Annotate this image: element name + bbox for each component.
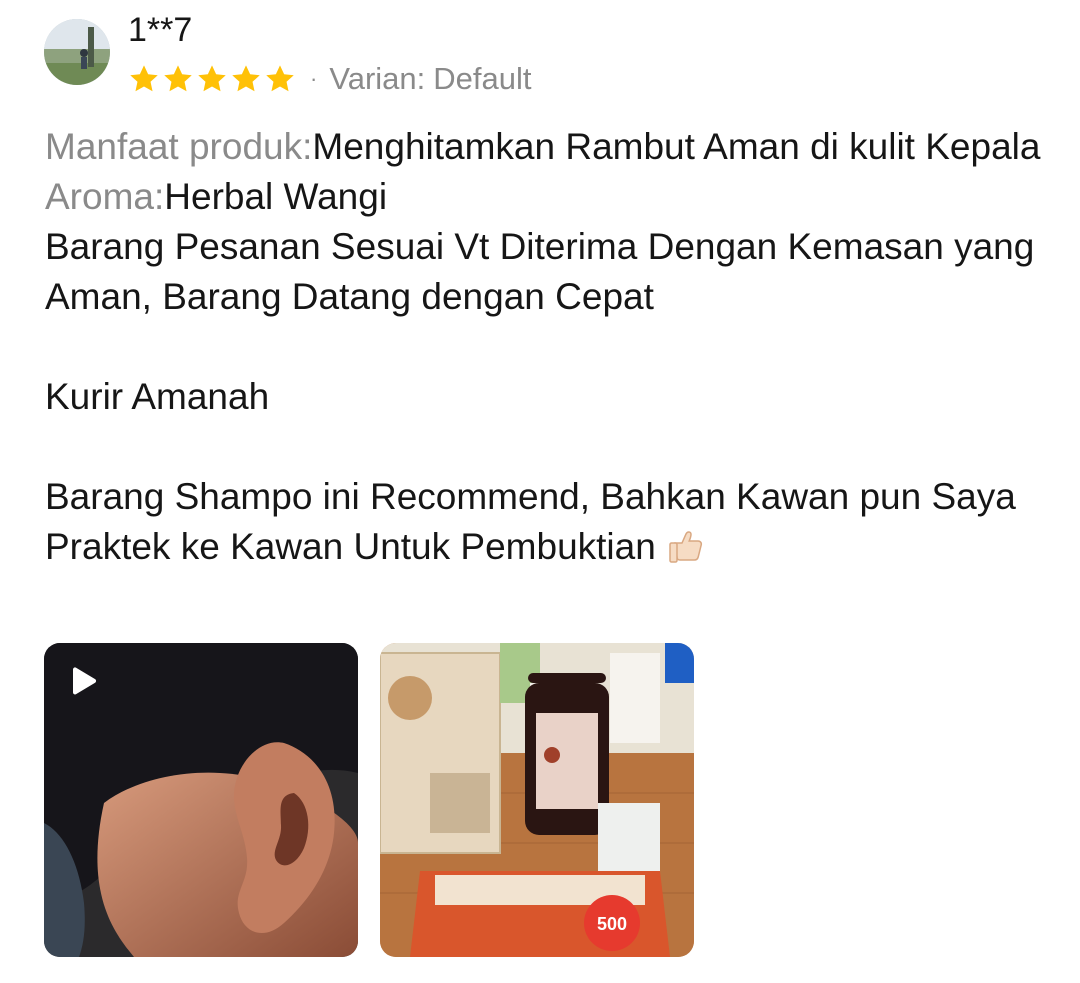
variant-value: Default bbox=[433, 61, 532, 96]
star-rating bbox=[128, 63, 296, 95]
review-media: 500 bbox=[44, 643, 694, 957]
benefit-label: Manfaat produk: bbox=[45, 126, 313, 167]
review-line: Barang Shampo ini Recommend, Bahkan Kawa… bbox=[45, 476, 1016, 567]
benefit-line: Manfaat produk:Menghitamkan Rambut Aman … bbox=[45, 122, 1045, 172]
review-line-last: Barang Shampo ini Recommend, Bahkan Kawa… bbox=[45, 472, 1045, 578]
variant-info: Varian: Default bbox=[329, 61, 531, 97]
star-icon bbox=[230, 63, 262, 95]
thumbs-up-icon bbox=[666, 525, 706, 578]
star-icon bbox=[264, 63, 296, 95]
product-photo: 500 bbox=[380, 643, 694, 957]
star-icon bbox=[128, 63, 160, 95]
review-photo-thumbnail[interactable]: 500 bbox=[380, 643, 694, 957]
review-card: 1**7 · Varian: Default Manfaat produk:Me… bbox=[0, 0, 1080, 983]
variant-label: Varian: bbox=[329, 61, 426, 96]
aroma-line: Aroma:Herbal Wangi bbox=[45, 172, 1045, 222]
aroma-label: Aroma: bbox=[45, 176, 165, 217]
star-icon bbox=[162, 63, 194, 95]
review-line: Barang Pesanan Sesuai Vt Diterima Dengan… bbox=[45, 226, 1035, 317]
aroma-value: Herbal Wangi bbox=[164, 176, 388, 217]
play-icon[interactable] bbox=[70, 667, 98, 697]
reviewer-name: 1**7 bbox=[128, 11, 193, 49]
benefit-value: Menghitamkan Rambut Aman di kulit Kepala bbox=[312, 126, 1041, 167]
separator-dot: · bbox=[310, 66, 318, 91]
star-icon bbox=[196, 63, 228, 95]
flyer-number: 500 bbox=[597, 914, 627, 934]
rating-row: · Varian: Default bbox=[128, 58, 531, 100]
review-video-thumbnail[interactable] bbox=[44, 643, 358, 957]
review-line: Kurir Amanah bbox=[45, 376, 270, 417]
avatar[interactable] bbox=[44, 19, 110, 85]
avatar-image bbox=[44, 19, 110, 85]
review-text: Manfaat produk:Menghitamkan Rambut Aman … bbox=[45, 122, 1045, 578]
